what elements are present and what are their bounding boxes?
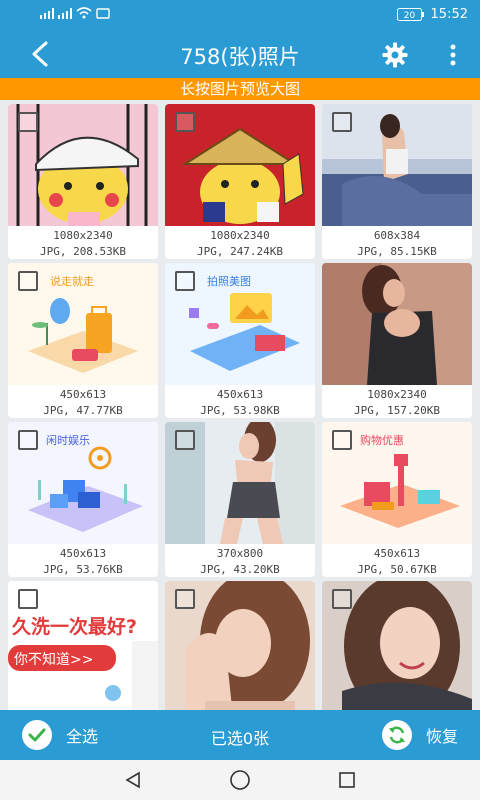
photo-info: JPG, 85.15KB [357,245,437,258]
wifi-icon [76,7,92,19]
preview-hint-banner: 长按图片预览大图 [0,78,480,100]
status-icons-right: 20 15:52 [396,7,468,22]
select-checkbox[interactable] [332,112,352,132]
restore-label: 恢复 [425,727,458,746]
photo-info: JPG, 53.76KB [43,563,123,576]
status-time: 15:52 [430,7,468,22]
photo-dimensions: 1080x2340 [53,229,113,242]
photo-dimensions: 1080x2340 [367,388,427,401]
woman-dress-image [322,263,472,385]
signal-icon [58,7,72,19]
photo-card[interactable]: 1080x2340 JPG, 208.53KB [8,104,158,259]
settings-button[interactable] [380,40,410,70]
photo-card[interactable]: 购物优惠 450x613 JPG, 50.67KB [322,422,472,577]
photo-card[interactable]: 闲时娱乐 450x613 JPG, 53.76KB [8,422,158,577]
notification-icon [96,8,110,19]
app-bar: 758(张)照片 [0,30,480,78]
svg-text:你不知道>>: 你不知道>> [14,651,93,668]
photo-info: JPG, 47.77KB [43,404,123,417]
photo-dimensions: 450x613 [59,547,107,560]
gear-icon [382,42,408,68]
svg-text:闲时娱乐: 闲时娱乐 [46,433,90,447]
photo-dimensions: 450x613 [59,388,107,401]
svg-text:久洗一次最好?: 久洗一次最好? [12,615,137,638]
photo-card[interactable]: 说走就走 450x613 JPG, 47.77KB [8,263,158,418]
photo-card[interactable]: 608x384 JPG, 85.15KB [322,104,472,259]
photo-info: JPG, 50.67KB [357,563,437,576]
select-checkbox[interactable] [332,430,352,450]
select-checkbox[interactable] [18,589,38,609]
photo-info: JPG, 247.24KB [196,245,284,258]
photo-card[interactable]: 久洗一次最好? 你不知道>> [8,581,158,710]
photo-card[interactable]: 1080x2340 JPG, 157.20KB [322,263,472,418]
square-recents-icon [339,772,355,788]
select-checkbox[interactable] [175,112,195,132]
svg-text:20: 20 [403,11,415,21]
select-checkbox[interactable] [175,271,195,291]
svg-text:购物优惠: 购物优惠 [360,433,404,447]
system-nav-bar [0,760,480,800]
select-checkbox[interactable] [18,112,38,132]
triangle-back-icon [125,771,140,789]
photo-dimensions: 450x613 [216,388,264,401]
status-icons-left [40,7,110,19]
select-checkbox[interactable] [18,430,38,450]
photo-info: JPG, 53.98KB [200,404,280,417]
select-checkbox[interactable] [175,589,195,609]
svg-text:说走就走: 说走就走 [50,274,94,288]
photo-card[interactable] [165,581,315,710]
refresh-icon [381,720,412,750]
photo-dimensions: 450x613 [373,547,421,560]
photo-dimensions: 1080x2340 [210,229,270,242]
photo-info: JPG, 43.20KB [200,563,280,576]
photo-dimensions: 370x800 [216,547,264,560]
photo-info: JPG, 157.20KB [353,404,441,417]
photo-card[interactable]: 1080x2340 JPG, 247.24KB [165,104,315,259]
status-bar: 20 15:52 [0,0,480,30]
select-checkbox[interactable] [332,589,352,609]
select-checkbox[interactable] [175,430,195,450]
signal-icon [40,7,54,19]
photo-card[interactable] [322,581,472,710]
photo-dimensions: 608x384 [373,229,421,242]
battery-icon: 20 [396,8,424,21]
nav-back-button[interactable] [120,768,146,792]
photo-info: JPG, 208.53KB [39,245,127,258]
restore-button[interactable]: 恢复 [381,720,458,750]
photo-grid: 1080x2340 JPG, 208.53KB 1080x2340 JPG, 2… [0,100,480,710]
photo-card[interactable]: 拍照美图 450x613 JPG, 53.98KB [165,263,315,418]
svg-text:拍照美图: 拍照美图 [207,274,251,288]
nav-recents-button[interactable] [334,768,360,792]
action-bar: 全选 已选0张 恢复 [0,710,480,760]
circle-home-icon [230,770,250,790]
more-options-button[interactable] [444,40,462,70]
photo-thumbnail [322,263,472,385]
select-checkbox[interactable] [18,271,38,291]
nav-home-button[interactable] [227,768,253,792]
photo-card[interactable]: 370x800 JPG, 43.20KB [165,422,315,577]
more-vert-icon [450,44,456,66]
